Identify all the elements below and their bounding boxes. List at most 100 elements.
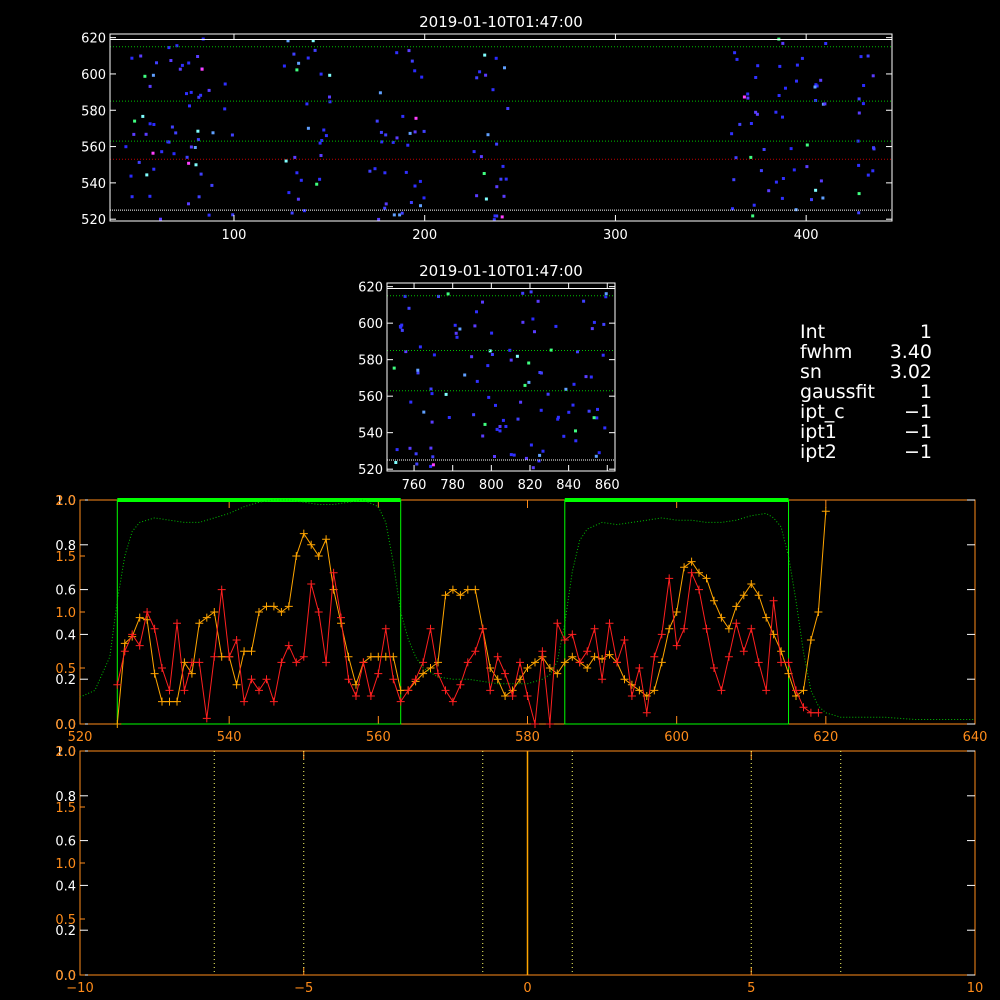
data-point <box>546 392 550 396</box>
series-point-red <box>426 624 435 633</box>
data-point <box>730 132 734 136</box>
series-point-red <box>240 697 249 706</box>
series-point-orange <box>560 658 569 667</box>
data-point <box>594 454 598 458</box>
data-point <box>486 133 490 137</box>
series-point-red <box>195 658 204 667</box>
data-point <box>199 93 203 97</box>
series-point-red <box>456 680 465 689</box>
series-point-red <box>672 641 681 650</box>
data-point <box>429 387 433 391</box>
top-scatter-panel: 2019-01-10T01:47:00 100 200 300 400 520 540 560… <box>81 13 893 243</box>
data-point <box>130 56 134 60</box>
data-point <box>857 163 861 167</box>
data-point <box>139 54 143 58</box>
data-point <box>499 177 503 181</box>
data-point <box>556 415 560 419</box>
data-point <box>377 217 381 221</box>
data-point <box>418 179 422 183</box>
info-value: 3.40 <box>889 341 932 363</box>
series-point-orange <box>710 596 718 605</box>
series-point-orange <box>680 563 689 572</box>
data-point <box>475 379 479 383</box>
info-row-int: Int 1 <box>800 322 932 342</box>
data-point <box>444 392 448 396</box>
info-key: ipt_c <box>800 401 845 423</box>
info-value: −1 <box>903 421 932 443</box>
data-point <box>490 353 494 356</box>
series-point-orange <box>739 591 748 600</box>
data-point <box>207 213 211 217</box>
info-row-ipt1: ipt1 −1 <box>800 422 932 442</box>
data-point <box>292 52 296 56</box>
y-tick-label-orange: 1.5 <box>55 801 76 816</box>
data-point <box>554 324 558 328</box>
data-point <box>504 425 508 428</box>
data-point <box>415 462 419 466</box>
data-point <box>777 94 781 97</box>
y-tick-label-orange: 0.0 <box>55 969 76 984</box>
data-point <box>574 439 578 443</box>
series-point-orange <box>657 658 666 667</box>
series-point-orange <box>247 647 256 656</box>
data-point <box>538 453 542 457</box>
data-point <box>328 73 332 77</box>
data-point <box>494 403 497 407</box>
series-point-red <box>739 647 748 656</box>
x-tick-label: 0 <box>523 981 531 996</box>
series-point-orange <box>471 585 480 594</box>
data-point <box>482 172 486 175</box>
data-point <box>319 154 323 157</box>
series-point-orange <box>672 608 681 616</box>
data-point <box>494 56 498 60</box>
series-point-red <box>352 692 360 700</box>
series-point-red <box>799 703 808 712</box>
series-point-red <box>695 585 703 594</box>
data-point <box>871 74 875 78</box>
series-point-orange <box>441 591 450 600</box>
series-point-red <box>598 675 607 684</box>
data-point <box>375 119 379 123</box>
series-point-orange <box>762 613 771 622</box>
data-point <box>413 69 417 73</box>
info-value: 3.02 <box>889 361 932 383</box>
data-point <box>746 92 750 96</box>
data-point <box>823 102 827 106</box>
y-tick-label-orange: 2.0 <box>55 494 76 509</box>
data-point <box>196 129 200 133</box>
data-point <box>789 147 793 151</box>
data-point <box>124 145 128 149</box>
data-point <box>472 150 476 154</box>
data-point <box>422 129 426 133</box>
data-point <box>531 466 535 470</box>
data-point <box>160 150 164 154</box>
series-point-orange <box>531 658 539 667</box>
data-point <box>318 141 322 145</box>
y-tick-label-orange: 1.5 <box>55 550 76 565</box>
series-point-red <box>814 708 823 717</box>
series-point-red <box>657 630 666 639</box>
x-tick-label: 10 <box>967 981 984 996</box>
data-point <box>749 155 753 159</box>
data-point <box>523 383 527 387</box>
data-point <box>418 345 422 349</box>
data-point <box>315 182 319 186</box>
series-point-red <box>396 697 405 706</box>
y-tick-label: 620 <box>81 32 106 47</box>
x-tick-label: 760 <box>402 478 427 493</box>
data-point <box>430 420 434 424</box>
data-point <box>447 416 451 419</box>
data-point <box>784 86 787 90</box>
series-point-orange <box>232 680 241 689</box>
series-point-red <box>635 664 644 672</box>
series-point-red <box>493 652 502 661</box>
series-point-orange <box>307 540 316 549</box>
data-point <box>409 400 413 404</box>
data-point <box>589 375 593 379</box>
figure-canvas: 2019-01-10T01:47:00100 200 300 400520540560… <box>55 13 987 996</box>
data-point <box>141 114 145 118</box>
data-point <box>795 79 798 83</box>
data-point <box>562 434 566 438</box>
data-point <box>592 320 596 324</box>
series-point-red <box>538 647 547 656</box>
